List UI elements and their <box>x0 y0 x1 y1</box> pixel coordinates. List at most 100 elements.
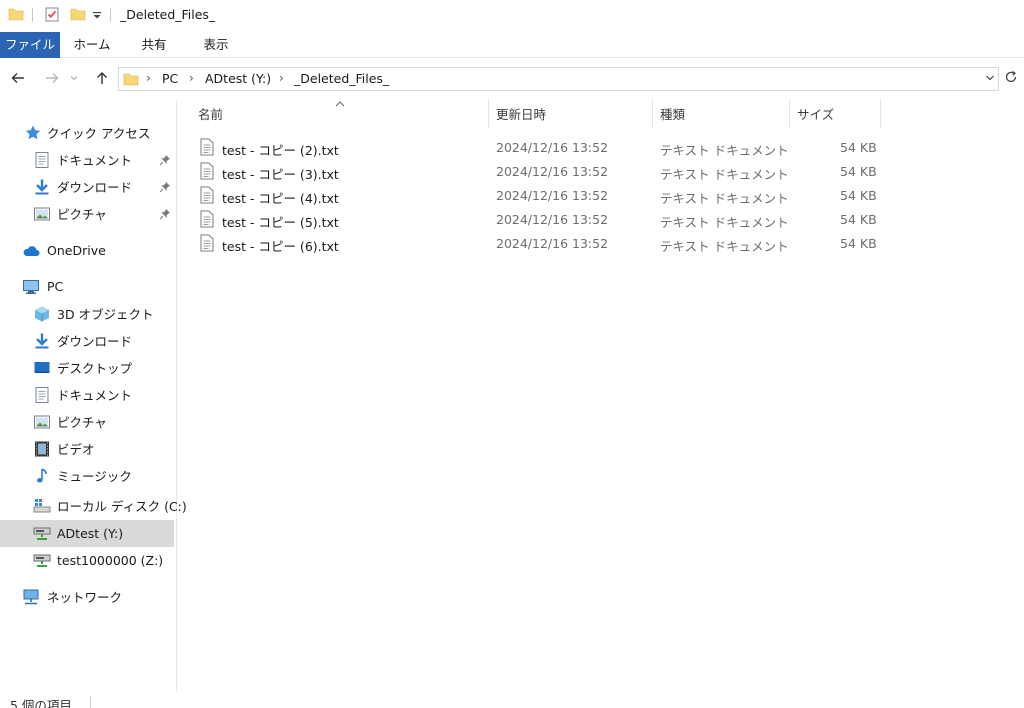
tab-file[interactable]: ファイル <box>0 32 60 58</box>
arrow-right-icon <box>46 73 59 83</box>
file-name: test - コピー (2).txt <box>222 143 339 158</box>
file-row[interactable]: test - コピー (5).txt 2024/12/16 13:52 テキスト… <box>196 208 896 232</box>
pin-icon[interactable] <box>159 208 171 220</box>
folder-icon <box>123 73 139 86</box>
file-name: test - コピー (3).txt <box>222 167 339 182</box>
sidebar-item-documents[interactable]: ドキュメント <box>0 381 174 408</box>
sidebar-item-pictures-qa[interactable]: ピクチャ <box>0 200 174 227</box>
sidebar-item-3d-objects[interactable]: 3D オブジェクト <box>0 300 174 327</box>
sidebar-item-label: ローカル ディスク (C:) <box>57 499 187 514</box>
sidebar-item-label: ダウンロード <box>57 334 133 349</box>
text-file-icon <box>200 162 214 180</box>
sidebar-item-music[interactable]: ミュージック <box>0 462 174 489</box>
music-note-icon <box>37 467 47 482</box>
sidebar-item-label: ドキュメント <box>57 388 133 403</box>
column-divider[interactable] <box>880 100 881 129</box>
sidebar-item-label: デスクトップ <box>57 361 133 376</box>
sidebar-item-downloads[interactable]: ダウンロード <box>0 327 174 354</box>
tab-view[interactable]: 表示 <box>190 32 242 58</box>
sidebar-item-label: test1000000 (Z:) <box>57 553 164 568</box>
download-icon <box>35 179 49 194</box>
file-modified: 2024/12/16 13:52 <box>496 212 609 227</box>
sidebar-item-downloads-qa[interactable]: ダウンロード <box>0 173 174 200</box>
up-button[interactable] <box>92 68 112 88</box>
file-row[interactable]: test - コピー (4).txt 2024/12/16 13:52 テキスト… <box>196 184 896 208</box>
sidebar-item-network[interactable]: ネットワーク <box>0 583 174 610</box>
refresh-button[interactable] <box>1003 69 1021 89</box>
file-type: テキスト ドキュメント <box>660 239 789 254</box>
sidebar-item-label: OneDrive <box>47 243 106 258</box>
breadcrumb-separator: › <box>189 71 194 85</box>
text-file-icon <box>200 234 214 252</box>
pin-icon[interactable] <box>159 154 171 166</box>
recent-locations-button[interactable] <box>68 68 80 88</box>
address-bar[interactable]: › PC › ADtest (Y:) › _Deleted_Files_ <box>118 67 999 91</box>
item-count: 5 個の項目 <box>10 698 72 708</box>
cube-icon <box>35 306 49 321</box>
breadcrumb-separator: › <box>146 71 151 85</box>
sidebar-item-documents-qa[interactable]: ドキュメント <box>0 146 174 173</box>
picture-icon <box>34 415 50 428</box>
breadcrumb-folder[interactable]: _Deleted_Files_ <box>294 71 389 86</box>
breadcrumb-drive[interactable]: ADtest (Y:) <box>205 71 271 86</box>
file-name: test - コピー (4).txt <box>222 191 339 206</box>
sidebar-item-label: クイック アクセス <box>47 126 151 141</box>
file-modified: 2024/12/16 13:52 <box>496 164 609 179</box>
forward-button[interactable] <box>42 68 62 88</box>
sidebar-item-label: ピクチャ <box>57 415 107 430</box>
computer-icon <box>23 279 39 294</box>
document-icon <box>35 386 49 403</box>
window-title: _Deleted_Files_ <box>120 7 216 22</box>
tab-home[interactable]: ホーム <box>66 32 118 58</box>
sidebar-item-quick-access[interactable]: クイック アクセス <box>0 119 174 146</box>
back-button[interactable] <box>8 68 28 88</box>
column-divider[interactable] <box>789 100 790 129</box>
file-row[interactable]: test - コピー (6).txt 2024/12/16 13:52 テキスト… <box>196 232 896 256</box>
text-file-icon <box>200 138 214 156</box>
sidebar-item-adtest-drive[interactable]: ADtest (Y:) <box>0 520 174 547</box>
address-dropdown-button[interactable] <box>985 72 995 86</box>
sidebar-item-onedrive[interactable]: OneDrive <box>0 237 174 264</box>
column-header-type[interactable]: 種類 <box>660 100 685 129</box>
picture-icon <box>34 207 50 220</box>
desktop-icon <box>34 361 50 373</box>
sidebar-item-desktop[interactable]: デスクトップ <box>0 354 174 381</box>
breadcrumb-pc[interactable]: PC <box>162 71 178 86</box>
windows-drive-icon <box>33 498 51 512</box>
sidebar-item-pictures[interactable]: ピクチャ <box>0 408 174 435</box>
sidebar-item-label: ビデオ <box>57 442 95 457</box>
sidebar-item-label: ダウンロード <box>57 180 133 195</box>
file-size: 54 KB <box>840 236 877 251</box>
pin-icon[interactable] <box>159 181 171 193</box>
tab-share[interactable]: 共有 <box>128 32 180 58</box>
sidebar-item-local-disk[interactable]: ローカル ディスク (C:) <box>0 492 187 519</box>
toolbar-separator <box>110 8 111 22</box>
column-header-name[interactable]: 名前 <box>198 100 223 129</box>
star-icon <box>25 125 41 139</box>
ribbon-tabs: ファイル ホーム 共有 表示 <box>0 32 1024 58</box>
sidebar-item-test1000000-drive[interactable]: test1000000 (Z:) <box>0 547 174 574</box>
column-divider[interactable] <box>652 100 653 129</box>
file-type: テキスト ドキュメント <box>660 191 789 206</box>
network-drive-icon <box>33 527 51 540</box>
column-header-size[interactable]: サイズ <box>797 100 834 129</box>
file-row[interactable]: test - コピー (2).txt 2024/12/16 13:52 テキスト… <box>196 136 896 160</box>
file-modified: 2024/12/16 13:52 <box>496 188 609 203</box>
column-header-modified[interactable]: 更新日時 <box>496 100 546 129</box>
file-row[interactable]: test - コピー (3).txt 2024/12/16 13:52 テキスト… <box>196 160 896 184</box>
title-bar: _Deleted_Files_ <box>0 0 1024 32</box>
sidebar-item-label: ドキュメント <box>57 153 133 168</box>
sidebar-item-pc[interactable]: PC <box>0 273 174 300</box>
customize-toolbar-icon[interactable] <box>92 10 102 20</box>
sidebar-item-label: ネットワーク <box>47 590 123 605</box>
arrow-left-icon <box>11 73 24 83</box>
sidebar-item-videos[interactable]: ビデオ <box>0 435 174 462</box>
file-type: テキスト ドキュメント <box>660 215 789 230</box>
properties-icon[interactable] <box>44 6 60 22</box>
network-icon <box>23 589 39 604</box>
new-folder-icon[interactable] <box>70 6 86 22</box>
cloud-icon <box>23 245 40 256</box>
file-name: test - コピー (5).txt <box>222 215 339 230</box>
column-divider[interactable] <box>488 100 489 129</box>
navigation-bar: › PC › ADtest (Y:) › _Deleted_Files_ <box>0 58 1024 100</box>
